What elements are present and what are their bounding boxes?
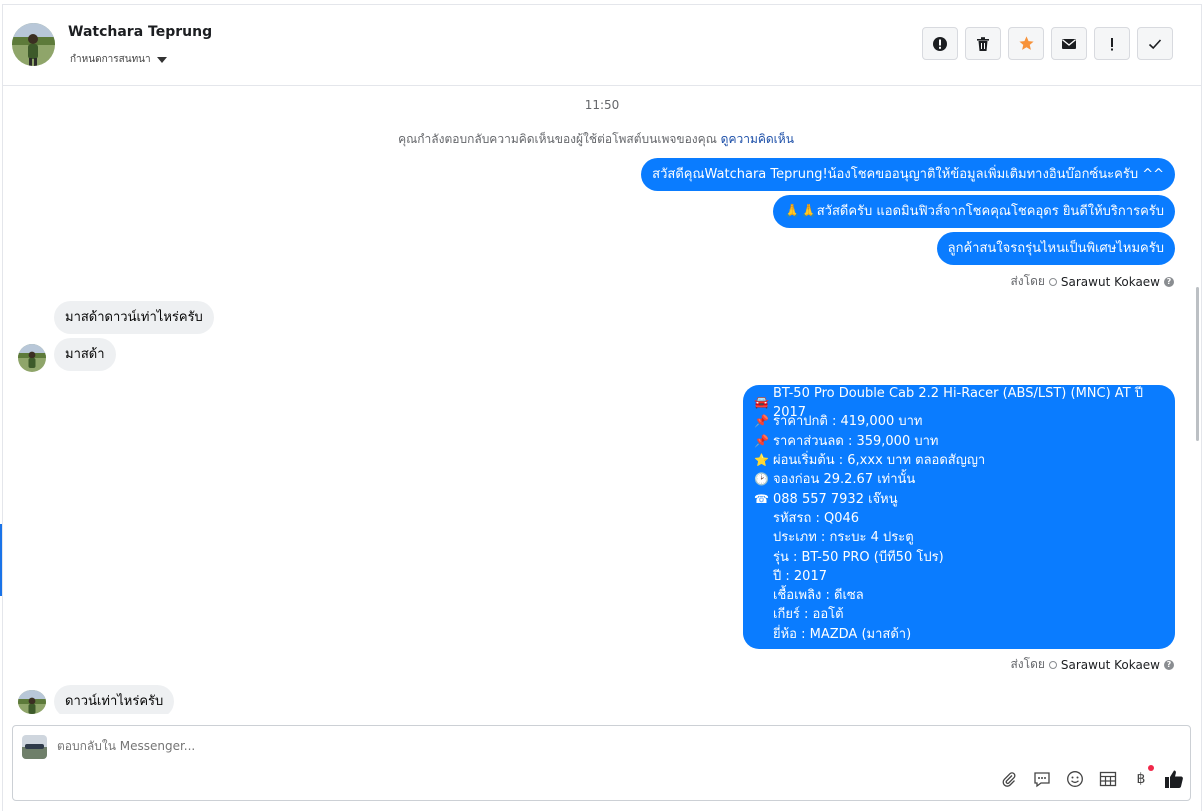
car-info-line: ประเภท : กระบะ 4 ประตู <box>754 528 1164 547</box>
car-info-text: ราคาส่วนลด : 359,000 บาท <box>773 433 939 449</box>
notification-dot <box>1148 765 1154 771</box>
car-info-line: เกียร์ : ออโต้ <box>754 605 1164 624</box>
baht-symbol: ฿ <box>1136 771 1146 787</box>
message-bubble-incoming[interactable]: ดาวน์เท่าไหร่ครับ <box>54 685 175 714</box>
contact-avatar-small[interactable] <box>18 344 46 372</box>
reply-composer: ฿ <box>12 725 1191 801</box>
admin-indicator-icon <box>1048 277 1057 286</box>
saved-reply-icon[interactable] <box>1032 769 1052 789</box>
conversation-scrollbar[interactable] <box>1196 287 1199 441</box>
chevron-down-icon <box>156 56 167 63</box>
car-info-text: ปี : 2017 <box>773 568 827 584</box>
car-info-text: จองก่อน 29.2.67 เท่านั้น <box>773 472 916 488</box>
alert-circle-icon <box>933 36 947 51</box>
sent-by-label: ส่งโดย <box>1010 657 1045 671</box>
trash-icon <box>977 36 989 51</box>
paperclip-icon[interactable] <box>999 769 1019 789</box>
car-info-text: ยี่ห้อ : MAZDA (มาสด้า) <box>773 626 912 642</box>
assign-label: กำหนดการสนทนา <box>70 54 151 65</box>
contact-name[interactable]: Watchara Teprung <box>68 24 212 40</box>
message-text: มาสด้าดาวน์เท่าไหร่ครับ <box>65 310 203 325</box>
selection-indicator <box>0 524 2 596</box>
template-icon[interactable] <box>1098 769 1118 789</box>
clip-region: ดาวน์เท่าไหร่ครับ <box>54 685 184 714</box>
sent-by-line: ส่งโดย Sarawut Kokaew ? <box>1010 272 1174 291</box>
help-icon[interactable]: ? <box>1164 276 1174 287</box>
emoji-icon[interactable] <box>1065 769 1085 789</box>
message-text: สวัสดีครับ แอดมินฟิวส์จากโชคคุณโชคอุดร ย… <box>816 204 1164 219</box>
message-bubble-incoming[interactable]: มาสด้า <box>54 338 116 371</box>
car-info-text: 088 557 7932 เจ๊หนู <box>773 491 898 507</box>
contact-avatar-small[interactable] <box>18 690 46 714</box>
reply-input[interactable] <box>57 739 557 753</box>
car-info-line: ☎ 088 557 7932 เจ๊หนู <box>754 489 1164 508</box>
admin-indicator-icon <box>1048 660 1057 669</box>
car-info-line: 📌 ราคาส่วนลด : 359,000 บาท <box>754 432 1164 451</box>
baht-payment-icon[interactable]: ฿ <box>1131 765 1154 789</box>
message-text: มาสด้า <box>65 347 105 362</box>
contact-avatar[interactable] <box>12 23 55 66</box>
envelope-icon <box>1062 38 1076 49</box>
message-text: ลูกค้าสนใจรถรุ่นไหนเป็นพิเศษไหมครับ <box>947 241 1164 256</box>
car-info-text: เกียร์ : ออโต้ <box>773 607 844 623</box>
car-info-text: ประเภท : กระบะ 4 ประตู <box>773 530 914 546</box>
line-emoji-icon: ☎ <box>754 491 769 506</box>
header-actions <box>922 27 1173 60</box>
mark-spam-button[interactable] <box>1094 27 1130 60</box>
sender-name[interactable]: Sarawut Kokaew <box>1061 658 1160 672</box>
message-timestamp: 11:50 <box>584 98 620 112</box>
comment-reply-notice: คุณกำลังตอบกลับความคิดเห็นของผู้ใช้ต่อโพ… <box>0 130 1192 149</box>
car-info-line: รหัสรถ : Q046 <box>754 509 1164 528</box>
help-icon[interactable]: ? <box>1164 659 1174 670</box>
car-info-line: ยี่ห้อ : MAZDA (มาสด้า) <box>754 625 1164 644</box>
sender-name[interactable]: Sarawut Kokaew <box>1061 275 1160 289</box>
car-info-line: รุ่น : BT-50 PRO (บีที50 โปร) <box>754 547 1164 566</box>
delete-button[interactable] <box>965 27 1001 60</box>
line-emoji-icon: 📌 <box>754 433 769 448</box>
car-info-line: ⭐ ผ่อนเริ่มต้น : 6,xxx บาท ตลอดสัญญา <box>754 451 1164 470</box>
line-emoji-icon: 📌 <box>754 414 769 429</box>
car-info-line: เชื้อเพลิง : ดีเซล <box>754 586 1164 605</box>
message-bubble-outgoing[interactable]: 🙏🙏สวัสดีครับ แอดมินฟิวส์จากโชคคุณโชคอุดร… <box>773 195 1175 228</box>
star-button[interactable] <box>1008 27 1044 60</box>
car-info-line: 🚘 BT-50 Pro Double Cab 2.2 Hi-Racer (ABS/… <box>754 386 1164 420</box>
car-info-message[interactable]: 🚘 BT-50 Pro Double Cab 2.2 Hi-Racer (ABS/… <box>743 385 1175 649</box>
line-emoji-icon: 🕑 <box>754 472 769 487</box>
page-avatar <box>22 735 47 759</box>
line-emoji-icon: 🚘 <box>754 395 769 410</box>
done-button[interactable] <box>1137 27 1173 60</box>
composer-tools: ฿ <box>999 765 1184 789</box>
exclamation-icon <box>1111 37 1113 50</box>
line-emoji-icon: ⭐ <box>754 453 769 468</box>
check-icon <box>1148 38 1162 49</box>
mark-unread-button[interactable] <box>1051 27 1087 60</box>
car-info-text: ผ่อนเริ่มต้น : 6,xxx บาท ตลอดสัญญา <box>773 453 986 469</box>
sent-by-label: ส่งโดย <box>1010 274 1045 288</box>
conversation-header: Watchara Teprung กำหนดการสนทนา <box>3 5 1201 86</box>
car-info-text: รหัสรถ : Q046 <box>773 510 860 526</box>
car-info-text: เชื้อเพลิง : ดีเซล <box>773 588 864 604</box>
view-comment-link[interactable]: ดูความคิดเห็น <box>721 132 794 146</box>
folded-hands-emoji: 🙏🙏 <box>784 204 817 219</box>
car-info-line: 🕑 จองก่อน 29.2.67 เท่านั้น <box>754 470 1164 489</box>
message-bubble-incoming[interactable]: มาสด้าดาวน์เท่าไหร่ครับ <box>54 301 214 334</box>
message-bubble-outgoing[interactable]: สวัสดีคุณWatchara Teprung!น้องโชคขออนุญา… <box>641 158 1175 191</box>
sent-by-line: ส่งโดย Sarawut Kokaew ? <box>1010 655 1174 674</box>
message-bubble-outgoing[interactable]: ลูกค้าสนใจรถรุ่นไหนเป็นพิเศษไหมครับ <box>936 232 1175 265</box>
car-info-text: ราคาปกติ : 419,000 บาท <box>773 414 923 430</box>
report-button[interactable] <box>922 27 958 60</box>
message-text: สวัสดีคุณWatchara Teprung!น้องโชคขออนุญา… <box>652 167 1164 182</box>
notice-text: คุณกำลังตอบกลับความคิดเห็นของผู้ใช้ต่อโพ… <box>398 132 717 146</box>
assign-conversation-dropdown[interactable]: กำหนดการสนทนา <box>70 52 167 67</box>
star-icon <box>1018 36 1034 50</box>
car-info-text: รุ่น : BT-50 PRO (บีที50 โปร) <box>773 549 944 565</box>
thumbs-up-icon[interactable] <box>1164 769 1184 789</box>
car-info-line: ปี : 2017 <box>754 567 1164 586</box>
message-text: ดาวน์เท่าไหร่ครับ <box>65 694 164 709</box>
